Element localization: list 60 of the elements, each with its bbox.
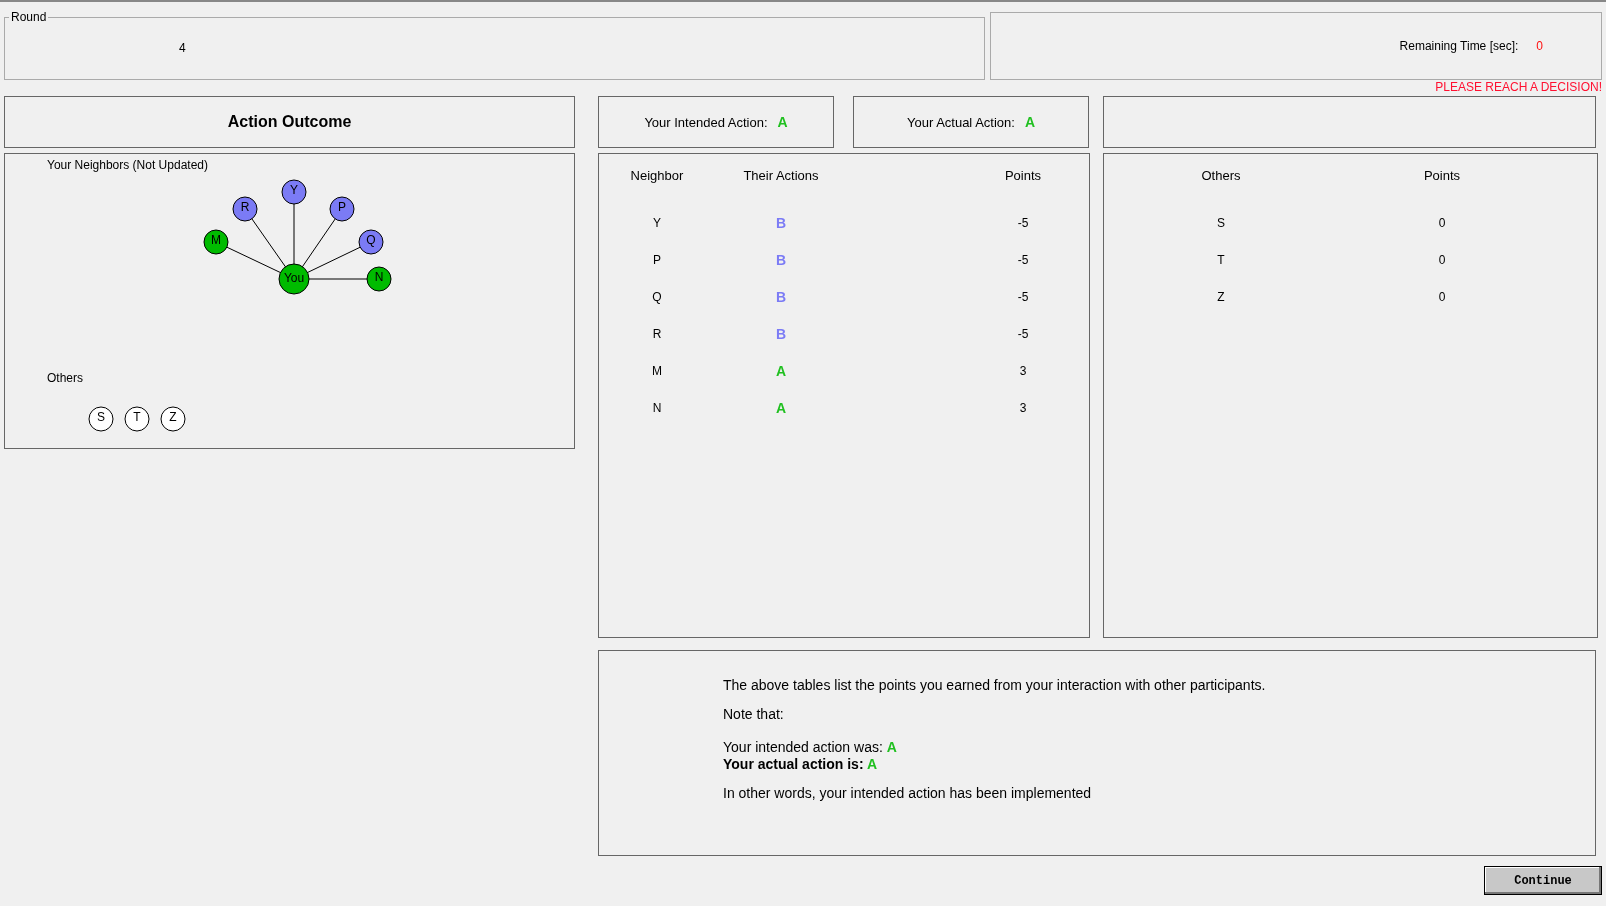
summary-text: The above tables list the points you earned from your interaction with other participants. bbox=[723, 677, 1267, 694]
node-label: N bbox=[374, 270, 384, 284]
table-cell-text: Y bbox=[652, 215, 662, 232]
table-cell-text: -5 bbox=[1016, 326, 1030, 343]
continue-button[interactable]: Continue bbox=[1484, 866, 1602, 895]
decision-warning: PLEASE REACH A DECISION! bbox=[1435, 80, 1602, 96]
table-cell-text: 0 bbox=[1437, 289, 1447, 306]
round-number: 4 bbox=[179, 40, 186, 55]
intended-action-sentence: Your intended action was: A bbox=[723, 739, 898, 756]
table-cell-text: 0 bbox=[1437, 215, 1447, 232]
remaining-time-value: 0 bbox=[1536, 39, 1543, 53]
node-label: T bbox=[133, 410, 141, 424]
table-cell-text: A bbox=[774, 400, 788, 418]
node-label: P bbox=[338, 200, 346, 214]
node-label: R bbox=[240, 200, 250, 214]
intended-action-value: A bbox=[777, 114, 788, 130]
table-cell-text: Q bbox=[651, 289, 663, 306]
neighbors-title: Your Neighbors (Not Updated) bbox=[47, 158, 208, 172]
table-cell-text: T bbox=[1216, 252, 1226, 269]
outcome-title: Action Outcome bbox=[227, 113, 352, 131]
table-cell-text: -5 bbox=[1016, 252, 1030, 269]
column-header: Their Actions bbox=[742, 168, 820, 185]
table-cell-text: -5 bbox=[1016, 289, 1030, 306]
table-cell-text: B bbox=[774, 252, 788, 270]
column-header: Others bbox=[1200, 168, 1242, 185]
table-cell-text: A bbox=[774, 363, 788, 381]
node-label: M bbox=[211, 233, 221, 247]
node-label: Q bbox=[366, 233, 376, 247]
actual-action-value: A bbox=[1024, 114, 1036, 130]
table-cell-text: R bbox=[651, 326, 663, 343]
table-cell-text: N bbox=[651, 400, 663, 417]
node-label: S bbox=[97, 410, 105, 424]
table-cell-text: B bbox=[774, 326, 788, 344]
table-cell-text: 0 bbox=[1437, 252, 1447, 269]
table-cell-text: M bbox=[651, 363, 663, 380]
note-text: Note that: bbox=[723, 706, 785, 723]
actual-action-sentence: Your actual action is: A bbox=[723, 756, 879, 773]
other-node bbox=[88, 406, 114, 432]
table-cell-text: -5 bbox=[1016, 215, 1030, 232]
actual-action-label: Your Actual Action: bbox=[906, 114, 1015, 130]
remaining-time-label: Remaining Time [sec]: bbox=[1399, 39, 1519, 53]
intended-action-label: Your Intended Action: bbox=[644, 114, 768, 130]
other-node bbox=[124, 406, 150, 432]
node-label: Y bbox=[290, 183, 298, 197]
table-cell-text: Z bbox=[1216, 289, 1226, 306]
round-legend: Round bbox=[9, 10, 49, 24]
table-cell-text: S bbox=[1216, 215, 1226, 232]
conclusion-text: In other words, your intended action has been implemented bbox=[723, 785, 1093, 802]
column-header: Points bbox=[1003, 168, 1043, 185]
other-node bbox=[160, 406, 186, 432]
table-cell-text: 3 bbox=[1018, 363, 1028, 380]
node-label: Z bbox=[169, 410, 177, 424]
others-title: Others bbox=[47, 371, 83, 385]
column-header: Points bbox=[1422, 168, 1462, 185]
table-cell-text: B bbox=[774, 289, 788, 307]
table-cell-text: B bbox=[774, 215, 788, 233]
table-cell-text: P bbox=[652, 252, 662, 269]
node-label: You bbox=[283, 271, 305, 285]
column-header: Neighbor bbox=[629, 168, 685, 185]
table-cell-text: 3 bbox=[1018, 400, 1028, 417]
